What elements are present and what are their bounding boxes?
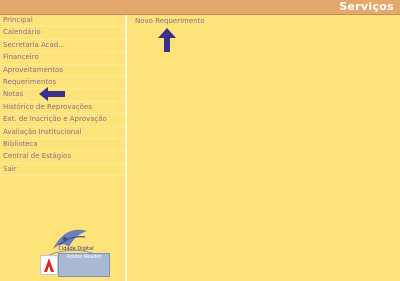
sidebar-item-biblioteca[interactable]: Biblioteca [0,139,125,152]
arrow-up-icon [158,28,176,52]
sidebar-item-historico-reprovacoes[interactable]: Histórico de Reprovações [0,102,125,115]
sidebar-item-calendario[interactable]: Calendário [0,27,125,40]
sidebar: Principal Calendário Secretaria Acad... … [0,15,127,281]
adobe-logo-icon[interactable] [40,255,58,275]
sidebar-item-central-estagios[interactable]: Central de Estágios [0,151,125,164]
page-title: Serviços [339,0,394,13]
sidebar-item-financeiro[interactable]: Financeiro [0,52,125,65]
sidebar-item-avaliacao-institucional[interactable]: Avaliação Institucional [0,127,125,139]
arrow-left-icon [39,87,65,101]
logo-caption: Cidade Digital [58,246,94,252]
adobe-reader-badge[interactable]: Adobe Reader [58,253,110,277]
sidebar-item-sair[interactable]: Sair [0,164,125,177]
sidebar-item-extrato-inscricao[interactable]: Ext. de Inscrição e Aprovação [0,114,125,127]
sidebar-item-secretaria[interactable]: Secretaria Acad... [0,40,125,53]
sidebar-item-aproveitamentos[interactable]: Aproveitamentos [0,65,125,77]
sidebar-item-principal[interactable]: Principal [0,15,125,28]
new-request-link[interactable]: Novo Requerimento [135,17,205,25]
header-bar: Serviços [0,0,400,15]
